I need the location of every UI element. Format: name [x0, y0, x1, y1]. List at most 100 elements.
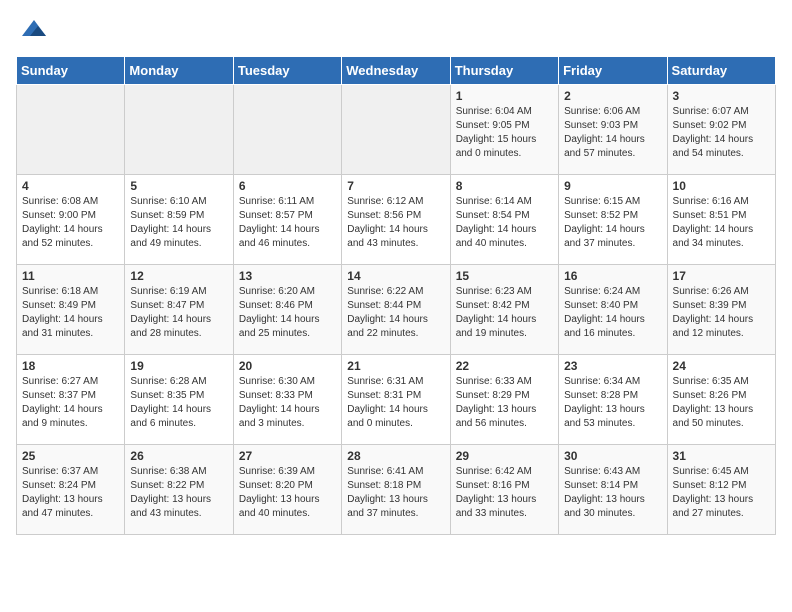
day-info: Sunrise: 6:26 AM Sunset: 8:39 PM Dayligh… — [673, 285, 770, 341]
calendar-cell: 20 Sunrise: 6:30 AM Sunset: 8:33 PM Dayli… — [233, 355, 341, 445]
calendar-week-row: 1 Sunrise: 6:04 AM Sunset: 9:05 PM Daylig… — [17, 85, 776, 175]
day-number: 30 — [564, 449, 661, 463]
calendar-cell — [17, 85, 125, 175]
weekday-header: Tuesday — [233, 57, 341, 85]
calendar-table: SundayMondayTuesdayWednesdayThursdayFrid… — [16, 56, 776, 535]
day-info: Sunrise: 6:38 AM Sunset: 8:22 PM Dayligh… — [130, 465, 227, 521]
weekday-header: Sunday — [17, 57, 125, 85]
day-number: 7 — [347, 179, 444, 193]
day-info: Sunrise: 6:31 AM Sunset: 8:31 PM Dayligh… — [347, 375, 444, 431]
calendar-cell: 22 Sunrise: 6:33 AM Sunset: 8:29 PM Dayli… — [450, 355, 558, 445]
calendar-cell: 29Sunrise: 6:42 AM Sunset: 8:16 PM Dayli… — [450, 445, 558, 535]
day-info: Sunrise: 6:07 AM Sunset: 9:02 PM Dayligh… — [673, 105, 770, 161]
calendar-cell — [342, 85, 450, 175]
day-info: Sunrise: 6:30 AM Sunset: 8:33 PM Dayligh… — [239, 375, 336, 431]
logo — [16, 16, 48, 44]
day-number: 18 — [22, 359, 119, 373]
day-number: 23 — [564, 359, 661, 373]
calendar-cell: 31 Sunrise: 6:45 AM Sunset: 8:12 PM Dayli… — [667, 445, 775, 535]
day-number: 25 — [22, 449, 119, 463]
day-info: Sunrise: 6:35 AM Sunset: 8:26 PM Dayligh… — [673, 375, 770, 431]
calendar-cell: 13 Sunrise: 6:20 AM Sunset: 8:46 PM Dayli… — [233, 265, 341, 355]
day-number: 9 — [564, 179, 661, 193]
day-number: 1 — [456, 89, 553, 103]
day-number: 14 — [347, 269, 444, 283]
page-header — [16, 16, 776, 44]
calendar-cell: 8Sunrise: 6:14 AM Sunset: 8:54 PM Daylig… — [450, 175, 558, 265]
calendar-cell: 6 Sunrise: 6:11 AM Sunset: 8:57 PM Daylig… — [233, 175, 341, 265]
day-info: Sunrise: 6:04 AM Sunset: 9:05 PM Dayligh… — [456, 105, 553, 161]
day-number: 27 — [239, 449, 336, 463]
day-info: Sunrise: 6:43 AM Sunset: 8:14 PM Dayligh… — [564, 465, 661, 521]
weekday-header: Thursday — [450, 57, 558, 85]
calendar-cell: 21 Sunrise: 6:31 AM Sunset: 8:31 PM Dayli… — [342, 355, 450, 445]
day-info: Sunrise: 6:45 AM Sunset: 8:12 PM Dayligh… — [673, 465, 770, 521]
calendar-cell: 28Sunrise: 6:41 AM Sunset: 8:18 PM Dayli… — [342, 445, 450, 535]
calendar-cell — [125, 85, 233, 175]
day-number: 6 — [239, 179, 336, 193]
day-number: 8 — [456, 179, 553, 193]
day-info: Sunrise: 6:11 AM Sunset: 8:57 PM Dayligh… — [239, 195, 336, 251]
day-number: 12 — [130, 269, 227, 283]
weekday-header-row: SundayMondayTuesdayWednesdayThursdayFrid… — [17, 57, 776, 85]
calendar-week-row: 11 Sunrise: 6:18 AM Sunset: 8:49 PM Dayli… — [17, 265, 776, 355]
day-info: Sunrise: 6:39 AM Sunset: 8:20 PM Dayligh… — [239, 465, 336, 521]
day-number: 31 — [673, 449, 770, 463]
calendar-cell: 18 Sunrise: 6:27 AM Sunset: 8:37 PM Dayli… — [17, 355, 125, 445]
calendar-cell: 19 Sunrise: 6:28 AM Sunset: 8:35 PM Dayli… — [125, 355, 233, 445]
day-number: 22 — [456, 359, 553, 373]
day-number: 24 — [673, 359, 770, 373]
calendar-cell: 23 Sunrise: 6:34 AM Sunset: 8:28 PM Dayli… — [559, 355, 667, 445]
calendar-cell: 25Sunrise: 6:37 AM Sunset: 8:24 PM Dayli… — [17, 445, 125, 535]
day-number: 28 — [347, 449, 444, 463]
day-number: 13 — [239, 269, 336, 283]
calendar-cell: 9 Sunrise: 6:15 AM Sunset: 8:52 PM Daylig… — [559, 175, 667, 265]
calendar-cell — [233, 85, 341, 175]
day-info: Sunrise: 6:19 AM Sunset: 8:47 PM Dayligh… — [130, 285, 227, 341]
calendar-cell: 5 Sunrise: 6:10 AM Sunset: 8:59 PM Daylig… — [125, 175, 233, 265]
calendar-cell: 2 Sunrise: 6:06 AM Sunset: 9:03 PM Daylig… — [559, 85, 667, 175]
calendar-cell: 16Sunrise: 6:24 AM Sunset: 8:40 PM Dayli… — [559, 265, 667, 355]
day-number: 10 — [673, 179, 770, 193]
day-number: 2 — [564, 89, 661, 103]
weekday-header: Friday — [559, 57, 667, 85]
day-info: Sunrise: 6:22 AM Sunset: 8:44 PM Dayligh… — [347, 285, 444, 341]
day-info: Sunrise: 6:23 AM Sunset: 8:42 PM Dayligh… — [456, 285, 553, 341]
day-number: 4 — [22, 179, 119, 193]
calendar-week-row: 18 Sunrise: 6:27 AM Sunset: 8:37 PM Dayli… — [17, 355, 776, 445]
day-number: 29 — [456, 449, 553, 463]
day-info: Sunrise: 6:18 AM Sunset: 8:49 PM Dayligh… — [22, 285, 119, 341]
calendar-week-row: 4 Sunrise: 6:08 AM Sunset: 9:00 PM Daylig… — [17, 175, 776, 265]
day-number: 16 — [564, 269, 661, 283]
day-number: 5 — [130, 179, 227, 193]
day-info: Sunrise: 6:20 AM Sunset: 8:46 PM Dayligh… — [239, 285, 336, 341]
weekday-header: Monday — [125, 57, 233, 85]
day-number: 20 — [239, 359, 336, 373]
calendar-cell: 4 Sunrise: 6:08 AM Sunset: 9:00 PM Daylig… — [17, 175, 125, 265]
day-number: 21 — [347, 359, 444, 373]
day-info: Sunrise: 6:06 AM Sunset: 9:03 PM Dayligh… — [564, 105, 661, 161]
calendar-cell: 24 Sunrise: 6:35 AM Sunset: 8:26 PM Dayli… — [667, 355, 775, 445]
calendar-cell: 15 Sunrise: 6:23 AM Sunset: 8:42 PM Dayli… — [450, 265, 558, 355]
calendar-cell: 26Sunrise: 6:38 AM Sunset: 8:22 PM Dayli… — [125, 445, 233, 535]
calendar-week-row: 25Sunrise: 6:37 AM Sunset: 8:24 PM Dayli… — [17, 445, 776, 535]
day-info: Sunrise: 6:15 AM Sunset: 8:52 PM Dayligh… — [564, 195, 661, 251]
calendar-cell: 10Sunrise: 6:16 AM Sunset: 8:51 PM Dayli… — [667, 175, 775, 265]
day-info: Sunrise: 6:28 AM Sunset: 8:35 PM Dayligh… — [130, 375, 227, 431]
calendar-cell: 11 Sunrise: 6:18 AM Sunset: 8:49 PM Dayli… — [17, 265, 125, 355]
calendar-cell: 30 Sunrise: 6:43 AM Sunset: 8:14 PM Dayli… — [559, 445, 667, 535]
day-number: 19 — [130, 359, 227, 373]
logo-icon — [20, 16, 48, 44]
day-number: 15 — [456, 269, 553, 283]
day-number: 3 — [673, 89, 770, 103]
calendar-cell: 27 Sunrise: 6:39 AM Sunset: 8:20 PM Dayli… — [233, 445, 341, 535]
day-info: Sunrise: 6:10 AM Sunset: 8:59 PM Dayligh… — [130, 195, 227, 251]
calendar-cell: 14 Sunrise: 6:22 AM Sunset: 8:44 PM Dayli… — [342, 265, 450, 355]
day-info: Sunrise: 6:27 AM Sunset: 8:37 PM Dayligh… — [22, 375, 119, 431]
calendar-cell: 1 Sunrise: 6:04 AM Sunset: 9:05 PM Daylig… — [450, 85, 558, 175]
day-info: Sunrise: 6:34 AM Sunset: 8:28 PM Dayligh… — [564, 375, 661, 431]
day-info: Sunrise: 6:33 AM Sunset: 8:29 PM Dayligh… — [456, 375, 553, 431]
day-info: Sunrise: 6:08 AM Sunset: 9:00 PM Dayligh… — [22, 195, 119, 251]
day-number: 11 — [22, 269, 119, 283]
weekday-header: Saturday — [667, 57, 775, 85]
